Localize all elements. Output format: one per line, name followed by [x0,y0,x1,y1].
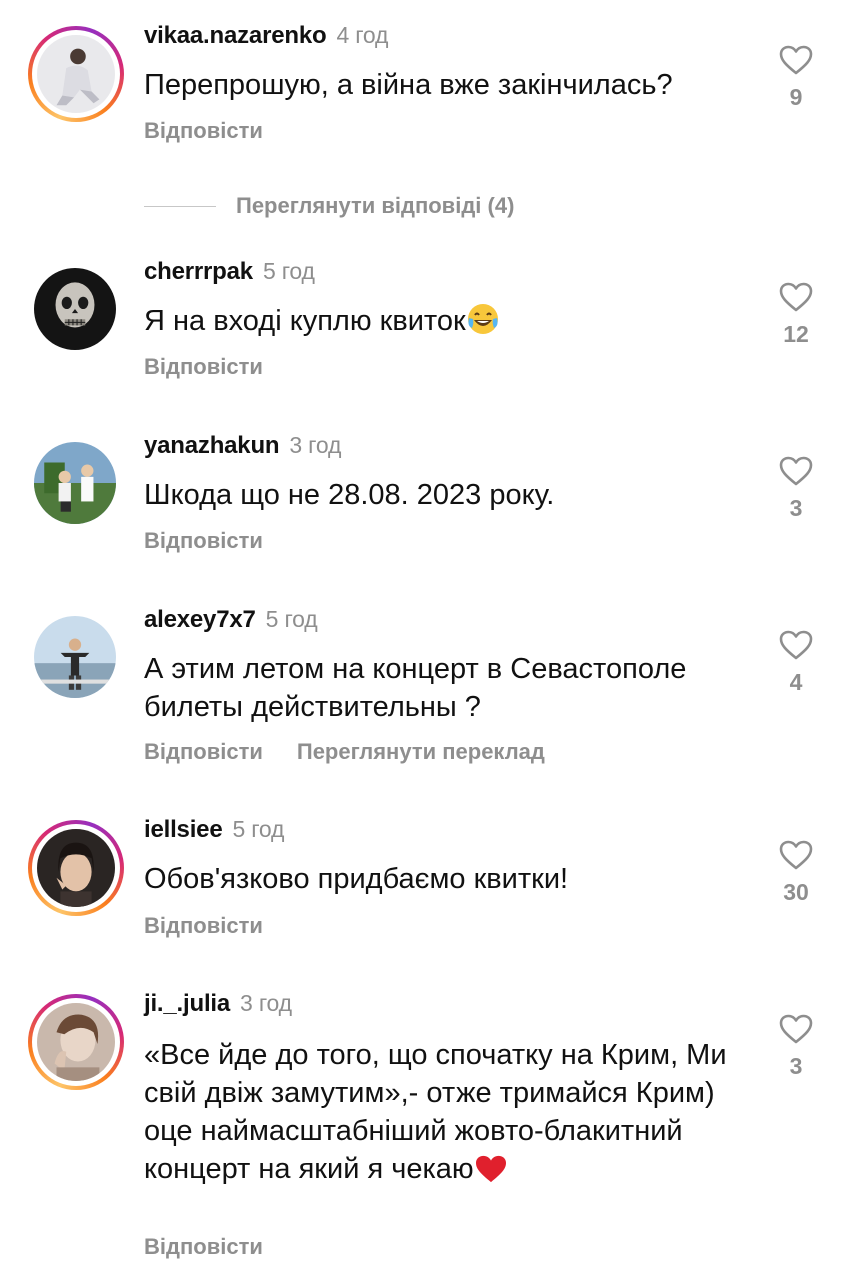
divider-line [144,205,216,207]
like-count: 4 [789,669,803,695]
comment-text: Обов'язково придбаємо квитки! [144,863,569,895]
comment-time: 3 год [289,432,342,458]
avatar-photo [37,829,115,907]
reply-button[interactable]: Відповісти [144,913,263,938]
like-count: 30 [783,879,809,905]
reply-button[interactable]: Відповісти [144,354,263,379]
username[interactable]: cherrrpak 5 год [144,258,315,286]
avatar-photo [34,442,116,524]
like-button[interactable]: 4 [772,629,820,696]
like-count: 12 [783,321,809,347]
avatar[interactable] [34,616,116,698]
like-button[interactable]: 3 [772,1013,820,1080]
reply-button[interactable]: Відповісти [144,528,263,553]
username[interactable]: alexey7x7 5 год [144,606,318,634]
comment-text: Шкода що не 28.08. 2023 року. [144,479,555,511]
comment-time: 3 год [240,990,292,1016]
view-replies-button[interactable]: Переглянути відповіді (4) [144,193,514,219]
reply-button[interactable]: Відповісти [144,118,263,143]
comment-text-content: «Все йде до того, що спочатку на Крим, М… [144,1039,727,1185]
laughing-emoji-icon [466,302,500,346]
red-heart-emoji-icon [474,1154,508,1194]
comment-text: А этим летом на концерт в Севастополе би… [144,653,687,723]
heart-outline-icon[interactable] [778,1013,814,1045]
comment-time: 5 год [265,606,318,632]
translate-button[interactable]: Переглянути переклад [297,739,545,764]
reply-button[interactable]: Відповісти [144,739,263,764]
reply-button[interactable]: Відповісти [144,1234,263,1259]
comment-text: Я на вході куплю квиток [144,302,754,346]
heart-outline-icon[interactable] [778,455,814,487]
like-button[interactable]: 3 [772,455,820,522]
like-button[interactable]: 30 [772,839,820,906]
comment-text: Перепрошую, а війна вже закінчилась? [144,69,673,101]
avatar-photo [37,1003,115,1081]
avatar-photo [37,35,115,113]
heart-outline-icon[interactable] [778,44,814,76]
like-count: 3 [789,495,803,521]
avatar[interactable] [28,26,124,122]
comment-time: 5 год [232,816,285,842]
avatar-photo [34,616,116,698]
avatar[interactable] [28,820,124,916]
like-button[interactable]: 12 [772,281,820,348]
avatar[interactable] [28,994,124,1090]
comment-time: 5 год [262,258,315,284]
username[interactable]: yanazhakun 3 год [144,432,341,460]
heart-outline-icon[interactable] [778,839,814,871]
avatar[interactable] [34,442,116,524]
comment-text-content: Я на вході куплю квиток [144,305,466,337]
avatar[interactable] [34,268,116,350]
heart-outline-icon[interactable] [778,281,814,313]
avatar-photo [34,268,116,350]
like-count: 3 [789,1053,803,1079]
view-replies-label: Переглянути відповіді (4) [236,193,515,218]
comment-text: «Все йде до того, що спочатку на Крим, М… [144,1036,744,1194]
like-count: 9 [789,84,803,110]
comment-time: 4 год [336,22,389,48]
heart-outline-icon[interactable] [778,629,814,661]
username[interactable]: ji._.julia 3 год [144,990,292,1018]
username[interactable]: iellsiee 5 год [144,816,284,844]
username[interactable]: vikaa.nazarenko 4 год [144,22,388,50]
like-button[interactable]: 9 [772,44,820,111]
